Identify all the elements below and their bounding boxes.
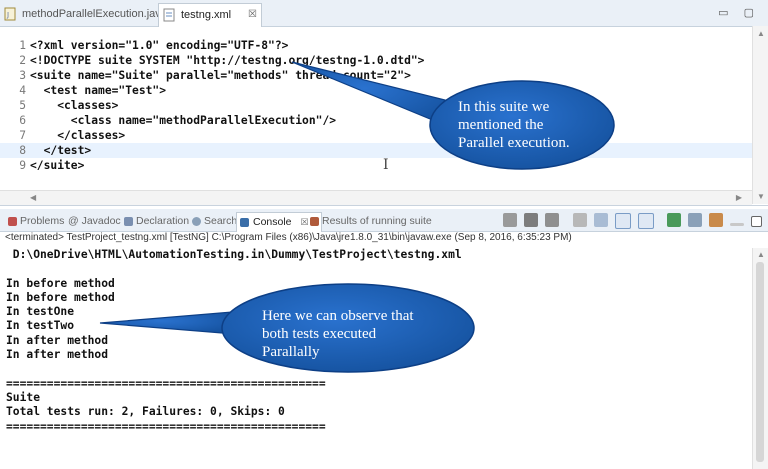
callout-text-suite: In this suite we mentioned the Parallel …: [458, 99, 570, 151]
code-line: 1 <?xml version="1.0" encoding="UTF-8"?>: [19, 39, 289, 52]
editor-vertical-scrollbar[interactable]: ▲ ▼: [752, 26, 768, 204]
clear-console-icon[interactable]: [572, 213, 587, 227]
declaration-icon: [124, 217, 133, 226]
tab-search[interactable]: Search: [190, 212, 237, 230]
tab-testng-xml[interactable]: testng.xml ☒: [158, 3, 262, 27]
callout-text-output: Here we can observe that both tests exec…: [262, 308, 414, 360]
problems-icon: [8, 217, 17, 226]
editor-horizontal-scrollbar[interactable]: ◀ ▶: [0, 190, 752, 205]
output-line: D:\OneDrive\HTML\AutomationTesting.in\Du…: [6, 248, 462, 261]
code-line: 2 <!DOCTYPE suite SYSTEM "http://testng.o…: [19, 54, 425, 67]
tab-label: methodParallelExecution.java: [22, 8, 167, 20]
xml-code-area[interactable]: 1 <?xml version="1.0" encoding="UTF-8"?> …: [0, 38, 752, 173]
tab-label: testng.xml: [181, 9, 232, 21]
minimize-icon[interactable]: [729, 223, 744, 226]
code-line: 3 <suite name="Suite" parallel="methods" …: [19, 69, 411, 82]
display-selected-console-icon[interactable]: [687, 213, 702, 227]
testng-results-icon: [310, 217, 319, 226]
remove-launch-icon[interactable]: [524, 213, 539, 227]
console-tab-bar: Problems @ Javadoc Declaration Search Co…: [0, 209, 768, 232]
launch-status-line: <terminated> TestProject_testng.xml [Tes…: [5, 232, 572, 243]
tab-javadoc[interactable]: @ Javadoc: [64, 212, 121, 230]
show-console-on-output-icon[interactable]: [637, 213, 654, 229]
svg-text:J: J: [6, 11, 9, 19]
xml-file-icon: [163, 8, 175, 22]
code-line: 4 <test name="Test">: [19, 84, 167, 97]
console-toolbar: [499, 213, 762, 229]
text-cursor-icon: I: [383, 157, 389, 173]
word-wrap-icon[interactable]: [614, 213, 631, 229]
code-line-current: 8 </test>: [0, 143, 752, 158]
output-line: ========================================…: [6, 376, 326, 390]
tab-problems[interactable]: Problems: [6, 212, 64, 230]
scroll-down-icon[interactable]: ▼: [757, 192, 765, 201]
code-line: 6 <class name="methodParallelExecution"/…: [19, 114, 337, 127]
maximize-icon[interactable]: [751, 216, 762, 227]
output-line: In before method: [6, 276, 115, 290]
scroll-up-icon[interactable]: ▲: [757, 29, 765, 38]
open-console-icon[interactable]: [708, 213, 723, 227]
console-icon: [240, 218, 249, 227]
code-line: 7 </classes>: [19, 129, 126, 142]
close-icon[interactable]: ☒: [248, 4, 257, 26]
tab-results-of-running-suite[interactable]: Results of running suite: [308, 212, 432, 230]
terminate-icon[interactable]: [503, 213, 518, 227]
tab-method-parallel-execution-java[interactable]: J methodParallelExecution.java: [0, 3, 172, 25]
pin-console-icon[interactable]: [666, 213, 681, 227]
scrollbar-thumb[interactable]: [756, 262, 764, 462]
tab-declaration[interactable]: Declaration: [122, 212, 189, 230]
scroll-lock-icon[interactable]: [593, 213, 608, 227]
java-file-icon: J: [4, 7, 16, 21]
scroll-left-icon[interactable]: ◀: [30, 193, 36, 202]
console-vertical-scrollbar[interactable]: ▲: [752, 248, 768, 469]
editor-tab-bar: J methodParallelExecution.java testng.xm…: [0, 0, 768, 27]
remove-all-terminated-icon[interactable]: [545, 213, 560, 227]
editor-panel: J methodParallelExecution.java testng.xm…: [0, 0, 768, 206]
output-line: Suite: [6, 390, 41, 404]
minimize-maximize-icons[interactable]: ▭ ▢: [718, 6, 760, 19]
search-icon: [192, 217, 201, 226]
code-line: 5 <classes>: [19, 99, 119, 112]
scroll-up-icon[interactable]: ▲: [757, 250, 765, 259]
output-line: ========================================…: [6, 419, 326, 433]
output-line: In before method: [6, 290, 115, 304]
scroll-right-icon[interactable]: ▶: [736, 193, 742, 202]
code-line: 9 </suite>: [19, 159, 85, 172]
output-line: Total tests run: 2, Failures: 0, Skips: …: [6, 405, 285, 419]
